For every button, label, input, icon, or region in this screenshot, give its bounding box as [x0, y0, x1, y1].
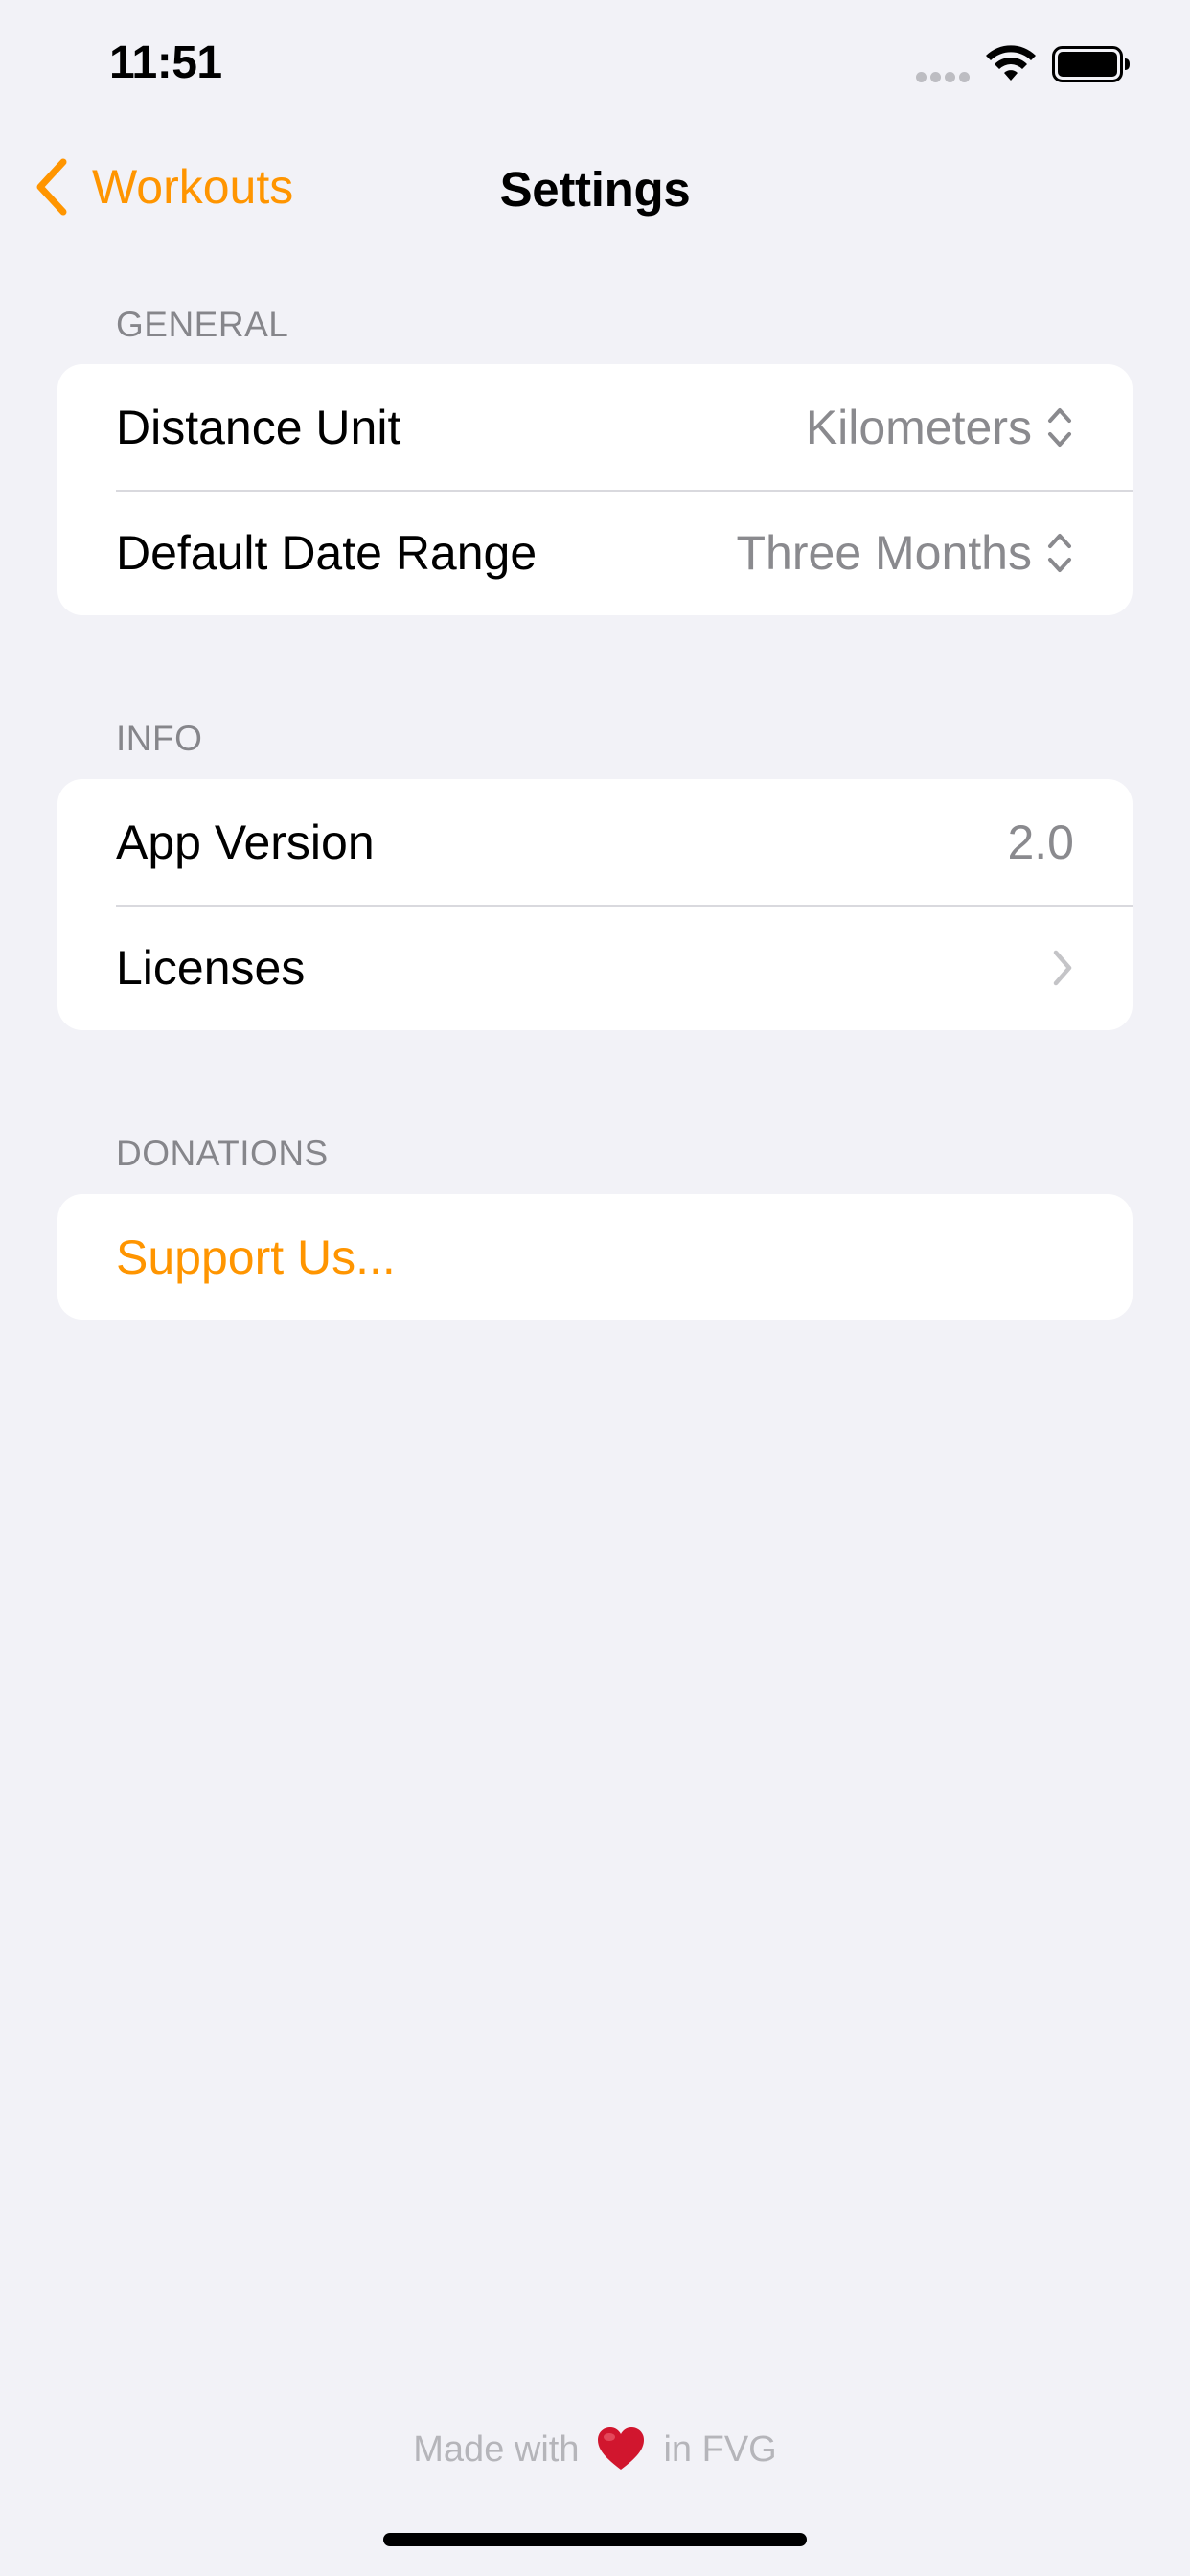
footer: Made with in FVG	[0, 2426, 1190, 2472]
footer-suffix: in FVG	[663, 2428, 777, 2470]
section-header-info: INFO	[116, 719, 203, 758]
licenses-label: Licenses	[116, 940, 306, 995]
app-version-row: App Version 2.0	[57, 779, 1133, 905]
wifi-icon	[986, 45, 1036, 80]
distance-unit-row[interactable]: Distance Unit Kilometers	[57, 364, 1133, 490]
heart-icon	[598, 2427, 645, 2470]
support-us-button[interactable]: Support Us...	[57, 1194, 1133, 1320]
section-header-general: GENERAL	[116, 305, 289, 344]
status-bar: 11:51	[0, 0, 1190, 126]
licenses-row[interactable]: Licenses	[57, 905, 1133, 1030]
general-group: Distance Unit Kilometers Default Date Ra…	[57, 364, 1133, 615]
footer-prefix: Made with	[413, 2428, 580, 2470]
chevron-right-icon	[1053, 950, 1072, 985]
distance-unit-label: Distance Unit	[116, 400, 401, 454]
support-us-label: Support Us...	[116, 1230, 396, 1284]
distance-unit-value: Kilometers	[805, 400, 1032, 454]
app-version-label: App Version	[116, 815, 375, 869]
default-date-range-label: Default Date Range	[116, 525, 538, 580]
default-date-range-value: Three Months	[736, 525, 1032, 580]
status-time: 11:51	[109, 37, 222, 88]
default-date-range-row[interactable]: Default Date Range Three Months	[57, 490, 1133, 615]
page-title: Settings	[499, 162, 691, 217]
chevron-up-down-icon	[1048, 407, 1071, 447]
app-version-value: 2.0	[1007, 815, 1074, 869]
info-group: App Version 2.0 Licenses	[57, 779, 1133, 1030]
home-indicator[interactable]	[383, 2533, 807, 2546]
cellular-signal-icon	[916, 72, 970, 82]
battery-icon	[1052, 46, 1130, 82]
navigation-bar: Workouts Settings	[0, 134, 1190, 240]
section-header-donations: DONATIONS	[116, 1134, 329, 1173]
donations-group: Support Us...	[57, 1194, 1133, 1320]
chevron-up-down-icon	[1048, 533, 1071, 572]
